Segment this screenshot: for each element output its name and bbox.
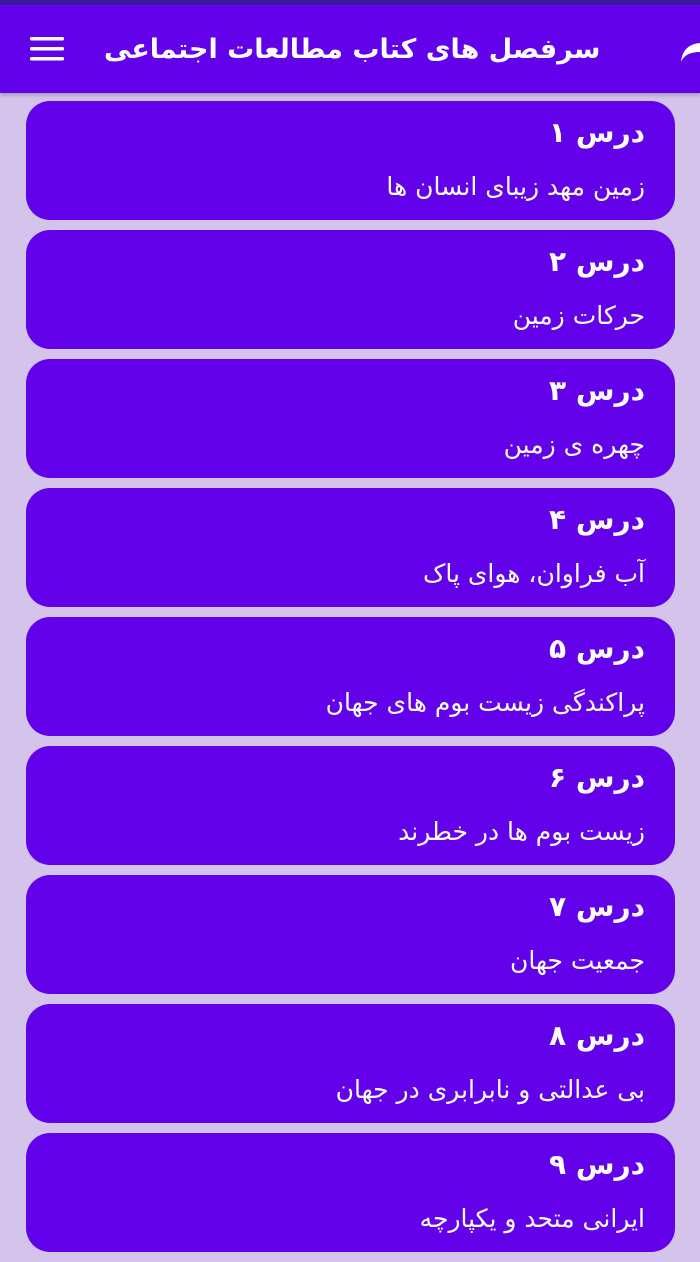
lesson-subtitle: بی عدالتی و نابرابری در جهان	[335, 1075, 645, 1104]
lesson-card-4[interactable]: درس ۴ آب فراوان، هوای پاک	[26, 488, 675, 607]
lesson-card-1[interactable]: درس ۱ زمین مهد زیبای انسان ها	[26, 101, 675, 220]
lesson-title: درس ۷	[549, 890, 645, 923]
lesson-card-5[interactable]: درس ۵ پراکندگی زیست بوم های جهان	[26, 617, 675, 736]
lesson-card-6[interactable]: درس ۶ زیست بوم ها در خطرند	[26, 746, 675, 865]
share-icon[interactable]	[680, 29, 700, 69]
lesson-title: درس ۲	[549, 245, 645, 278]
lesson-subtitle: چهره ی زمین	[503, 430, 645, 459]
lesson-card-8[interactable]: درس ۸ بی عدالتی و نابرابری در جهان	[26, 1004, 675, 1123]
lesson-subtitle: حرکات زمین	[512, 301, 645, 330]
lesson-title: درس ۶	[549, 761, 645, 794]
lesson-subtitle: جمعیت جهان	[510, 946, 645, 975]
lesson-card-2[interactable]: درس ۲ حرکات زمین	[26, 230, 675, 349]
lesson-subtitle: زمین مهد زیبای انسان ها	[386, 172, 645, 201]
lesson-subtitle: آب فراوان، هوای پاک	[422, 559, 645, 588]
lesson-card-7[interactable]: درس ۷ جمعیت جهان	[26, 875, 675, 994]
page-title: سرفصل های کتاب مطالعات اجتماعی	[104, 33, 601, 65]
lesson-title: درس ۹	[549, 1148, 645, 1181]
lesson-title: درس ۸	[549, 1019, 645, 1052]
lesson-card-9[interactable]: درس ۹ ایرانی متحد و یکپارچه	[26, 1133, 675, 1252]
menu-icon[interactable]	[30, 29, 64, 69]
lesson-list: درس ۱ زمین مهد زیبای انسان ها درس ۲ حرکا…	[26, 101, 675, 1262]
lesson-title: درس ۳	[549, 374, 645, 407]
lesson-card-3[interactable]: درس ۳ چهره ی زمین	[26, 359, 675, 478]
lesson-subtitle: ایرانی متحد و یکپارچه	[419, 1204, 645, 1233]
app-bar: سرفصل های کتاب مطالعات اجتماعی	[0, 5, 700, 93]
lesson-title: درس ۱	[549, 116, 645, 149]
lesson-subtitle: پراکندگی زیست بوم های جهان	[325, 688, 645, 717]
lesson-subtitle: زیست بوم ها در خطرند	[398, 817, 645, 846]
lesson-title: درس ۴	[549, 503, 645, 536]
lesson-title: درس ۵	[549, 632, 645, 665]
